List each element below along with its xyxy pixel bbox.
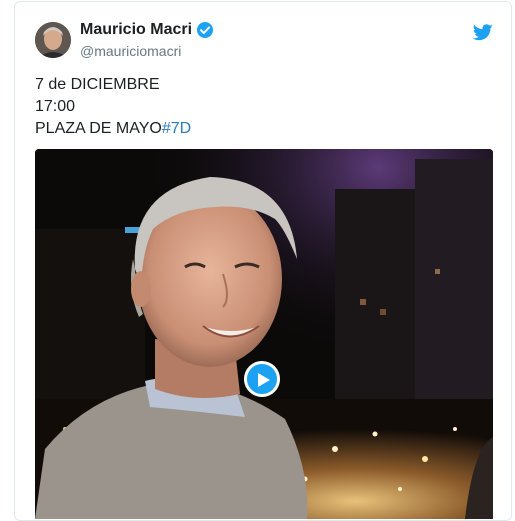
hashtag-link[interactable]: #7D xyxy=(162,120,191,137)
tweet-text: 7 de DICIEMBRE 17:00 PLAZA DE MAYO#7D xyxy=(35,74,191,140)
play-button[interactable] xyxy=(244,361,280,397)
author-name[interactable]: Mauricio Macri xyxy=(80,21,214,39)
video-frame-image xyxy=(35,149,493,519)
tweet-text-line-date: 7 de DICIEMBRE xyxy=(35,76,160,93)
author-handle[interactable]: @mauriciomacri xyxy=(80,43,181,59)
tweet-text-line-time: 17:00 xyxy=(35,98,76,115)
author-name-text[interactable]: Mauricio Macri xyxy=(80,21,192,39)
verified-badge-icon xyxy=(196,21,214,39)
play-icon xyxy=(258,373,270,387)
tweet-card[interactable]: Mauricio Macri @mauriciomacri 7 de DICIE… xyxy=(14,1,512,521)
twitter-bird-icon[interactable] xyxy=(472,24,493,41)
video-thumbnail[interactable] xyxy=(35,149,493,519)
avatar[interactable] xyxy=(35,22,71,58)
tweet-text-place: PLAZA DE MAYO xyxy=(35,120,162,137)
tweet-text-line-place: PLAZA DE MAYO#7D xyxy=(35,118,191,140)
